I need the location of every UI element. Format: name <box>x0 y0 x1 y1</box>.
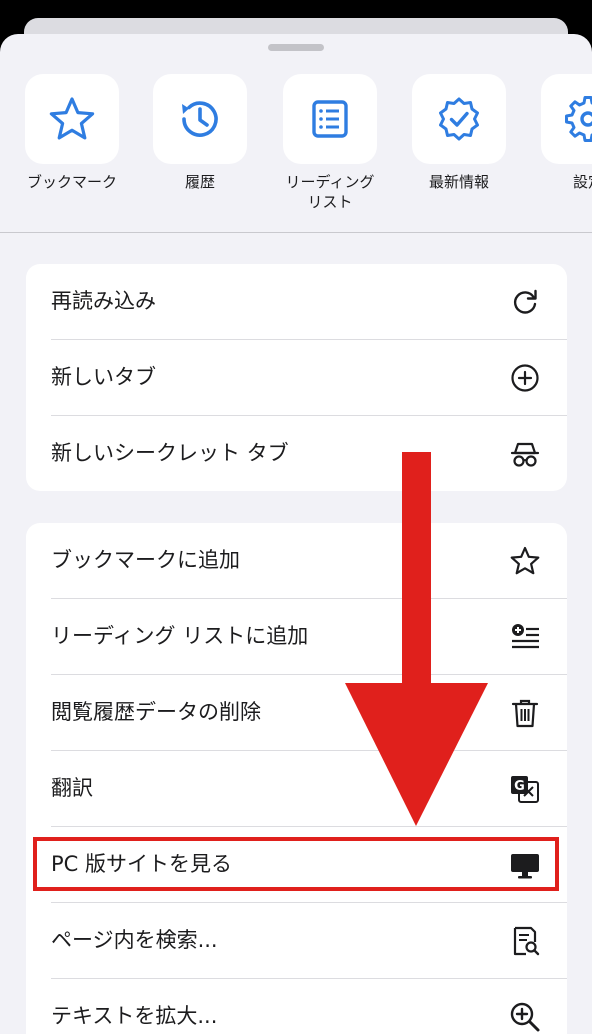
reload-label: 再読み込み <box>51 289 156 313</box>
add-reading-list-label: リーディング リストに追加 <box>51 624 309 648</box>
clear-browsing-data-label: 閲覧履歴データの削除 <box>51 700 261 724</box>
bookmarks-tile[interactable] <box>25 74 119 164</box>
zoom-text-row[interactable]: テキストを拡大... <box>26 979 567 1034</box>
reading-list-tile[interactable] <box>283 74 377 164</box>
history-icon <box>182 101 218 137</box>
reading-list-label: リーディング リスト <box>285 173 375 211</box>
verified-badge-icon <box>439 97 479 141</box>
zoom-text-label: テキストを拡大... <box>51 1004 218 1028</box>
sheet-grabber[interactable] <box>268 44 324 51</box>
annotation-highlight-box <box>33 837 559 891</box>
add-to-list-icon <box>509 621 541 653</box>
zoom-in-icon <box>509 1001 541 1033</box>
incognito-icon <box>509 438 541 470</box>
add-bookmark-label: ブックマークに追加 <box>51 548 240 572</box>
trash-icon <box>509 697 541 729</box>
translate-icon: G <box>509 773 541 805</box>
add-reading-list-row[interactable]: リーディング リストに追加 <box>26 599 567 674</box>
whats-new-label: 最新情報 <box>428 173 489 191</box>
translate-label: 翻訳 <box>51 776 93 800</box>
new-incognito-tab-label: 新しいシークレット タブ <box>51 441 289 465</box>
gear-icon <box>565 96 592 142</box>
plus-circle-icon <box>509 362 541 394</box>
find-in-page-row[interactable]: ページ内を検索... <box>26 903 567 978</box>
add-bookmark-row[interactable]: ブックマークに追加 <box>26 523 567 598</box>
history-tile[interactable] <box>153 74 247 164</box>
new-incognito-tab-row[interactable]: 新しいシークレット タブ <box>26 416 567 491</box>
clear-browsing-data-row[interactable]: 閲覧履歴データの削除 <box>26 675 567 750</box>
svg-text:G: G <box>514 779 525 794</box>
reload-row[interactable]: 再読み込み <box>26 264 567 339</box>
find-in-page-icon <box>509 925 541 957</box>
translate-row[interactable]: 翻訳 G <box>26 751 567 826</box>
whats-new-tile[interactable] <box>412 74 506 164</box>
new-tab-label: 新しいタブ <box>51 365 156 389</box>
star-outline-icon <box>509 545 541 577</box>
reading-list-icon <box>312 100 348 138</box>
star-icon <box>49 97 95 140</box>
new-tab-row[interactable]: 新しいタブ <box>26 340 567 415</box>
page-actions-group: ブックマークに追加 リーディング リストに追加 閲覧履歴データの削除 翻訳 G <box>26 523 567 1034</box>
history-label: 履歴 <box>184 173 215 191</box>
reload-icon <box>509 286 541 318</box>
section-divider <box>0 232 592 233</box>
settings-label: 設定 <box>572 173 592 191</box>
bookmarks-label: ブックマーク <box>26 173 117 191</box>
find-in-page-label: ページ内を検索... <box>51 928 218 952</box>
settings-tile[interactable] <box>541 74 592 164</box>
tab-actions-group: 再読み込み 新しいタブ 新しいシークレット タブ <box>26 264 567 491</box>
